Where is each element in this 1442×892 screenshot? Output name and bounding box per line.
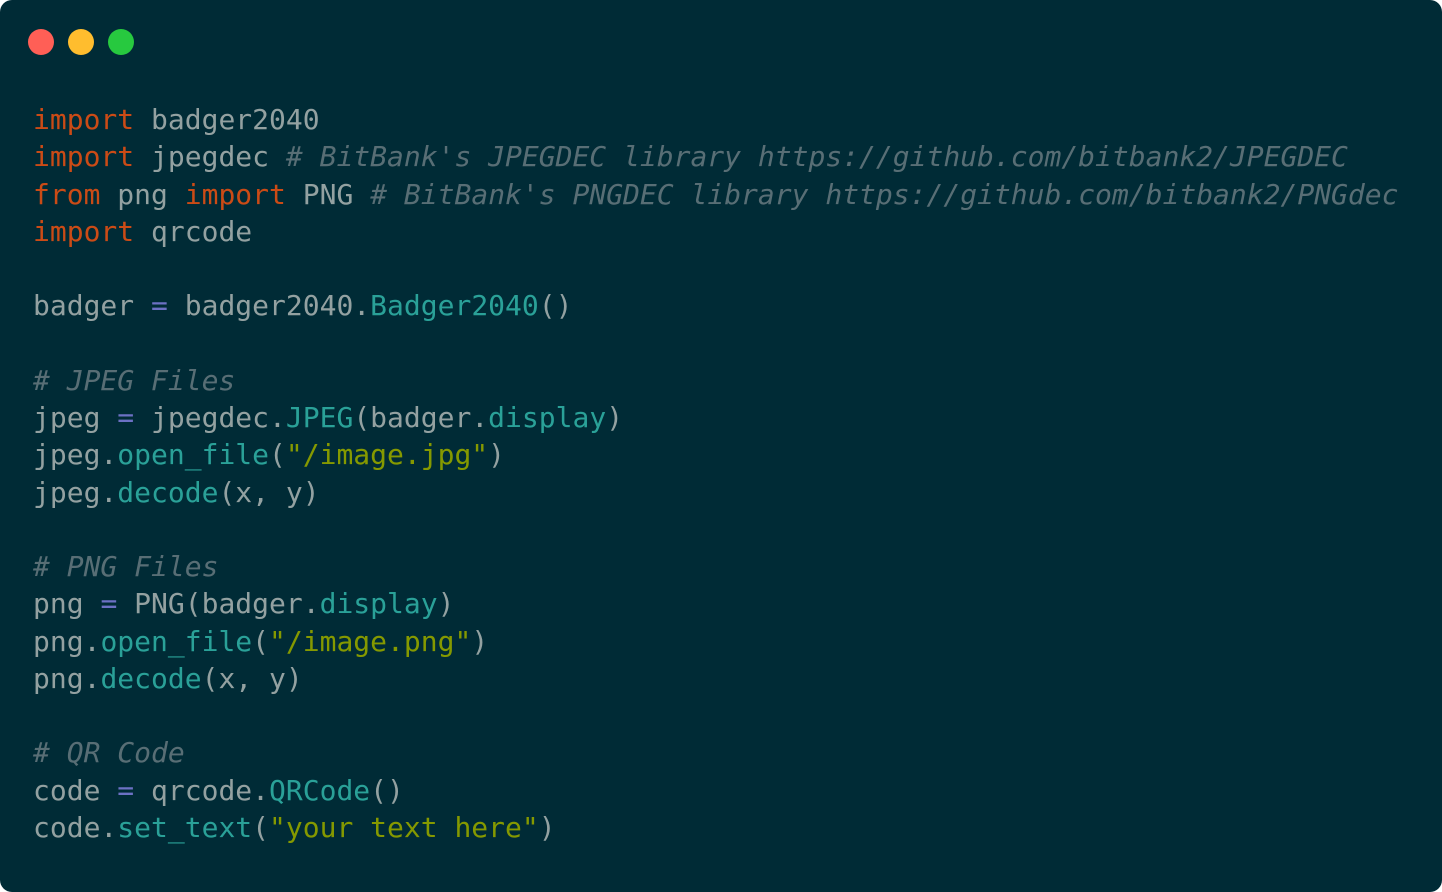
code-line: jpeg.open_file("/image.jpg") [33,436,1399,473]
code-line: # PNG Files [33,548,1399,585]
code-token-text: jpeg [33,401,118,434]
code-window: import badger2040 import jpegdec # BitBan… [0,0,1442,892]
code-token-keyword: import [33,214,135,248]
code-token-function: set_text [117,810,253,844]
code-token-function: QRCode [269,773,371,807]
code-token-text: png [100,177,185,211]
code-token-text: ( [269,438,286,472]
code-token-text: png [33,587,101,621]
code-token-comment: # QR Code [33,736,185,770]
code-token-text: code [33,773,118,807]
code-token-keyword: import [184,177,286,211]
code-token-function: decode [117,475,219,509]
code-token-function: decode [100,661,202,695]
code-line: import badger2040 [33,101,1399,138]
code-line: from png import PNG # BitBank's PNGDEC l… [33,176,1399,213]
code-token-text: PNG(badger. [117,587,320,621]
code-line: badger = badger2040.Badger2040() [33,287,1399,324]
code-token-function: display [488,401,607,434]
code-token-text: qrcode. [134,773,270,807]
code-token-text: ( [252,624,270,658]
code-token-text: ) [437,587,455,621]
code-token-keyword: import [33,140,135,174]
code-token-text: PNG [285,177,371,211]
code-token-text: (badger. [353,401,489,434]
code-token-function: display [319,587,438,621]
code-token-text: png. [33,661,101,695]
code-token-text: badger2040 [134,103,320,136]
code-token-comment: # BitBank's PNGDEC library https://githu… [370,177,1399,211]
code-token-text: jpegdec [134,140,286,174]
code-token-comment: # JPEG Files [33,363,236,397]
code-token-comment: # BitBank's JPEGDEC library https://gith… [285,140,1348,174]
code-token-text: badger2040. [167,289,371,323]
code-token-text: png. [33,624,101,658]
code-token-text: ) [606,401,624,434]
code-token-text: ( [252,810,270,844]
code-token-function: open_file [117,438,270,472]
code-token-text: ) [471,624,489,658]
code-block: import badger2040 import jpegdec # BitBan… [33,101,1399,846]
code-line: # JPEG Files [33,362,1399,399]
code-token-keyword: from [33,177,101,211]
code-token-text: qrcode [134,214,253,248]
code-line: # QR Code [33,734,1399,771]
code-line: code = qrcode.QRCode() [33,772,1399,809]
code-token-text: (x, y) [218,475,320,509]
minimize-button[interactable] [68,29,94,55]
code-token-text: () [538,289,573,323]
code-token-string: "/image.jpg" [285,438,489,472]
code-token-text: jpegdec. [134,401,286,434]
code-token-function: open_file [100,624,253,658]
code-token-operator: = [117,401,135,434]
code-token-text: (x, y) [201,661,303,695]
code-token-operator: = [151,289,168,323]
code-token-string: "your text here" [269,810,539,844]
code-token-comment: # PNG Files [33,550,219,583]
code-line: png = PNG(badger.display) [33,585,1399,622]
code-token-text: code. [33,810,118,844]
code-line: png.decode(x, y) [33,660,1399,697]
code-token-text: jpeg. [33,475,118,509]
code-token-keyword: import [33,103,135,136]
code-token-function: JPEG [285,401,354,434]
code-line: code.set_text("your text here") [33,809,1399,846]
code-token-operator: = [117,773,135,807]
code-line: jpeg = jpegdec.JPEG(badger.display) [33,399,1399,436]
code-token-text: ) [488,438,506,472]
code-token-text: badger [33,289,152,323]
code-line: png.open_file("/image.png") [33,623,1399,660]
code-line: jpeg.decode(x, y) [33,474,1399,511]
code-line: import qrcode [33,213,1399,250]
code-line: import jpegdec # BitBank's JPEGDEC libra… [33,138,1399,175]
code-token-text: ) [538,810,556,844]
code-token-function: Badger2040 [370,289,539,323]
code-token-text: () [370,773,404,807]
code-token-operator: = [100,587,118,621]
close-button[interactable] [28,29,54,55]
maximize-button[interactable] [108,29,134,55]
code-token-text: jpeg. [33,438,118,472]
code-token-string: "/image.png" [269,624,472,658]
